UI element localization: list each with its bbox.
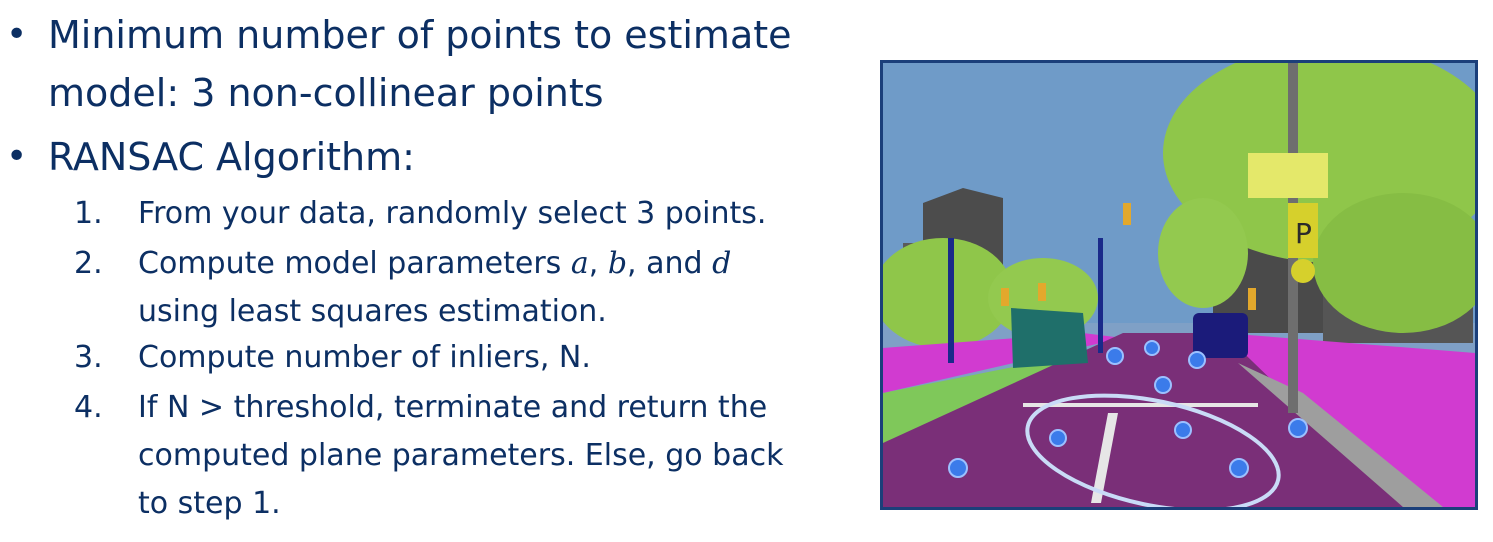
sample-point — [1106, 347, 1124, 365]
math-var-d: d — [712, 246, 732, 281]
sample-point — [1154, 376, 1172, 394]
step-line: using least squares estimation. — [138, 294, 607, 329]
step-number: 2. — [74, 246, 103, 281]
sample-point — [1174, 421, 1192, 439]
sample-point — [1144, 340, 1160, 356]
pole-left — [948, 238, 954, 363]
bullet-minimum-points: • Minimum number of points to estimate m… — [6, 6, 792, 122]
step-text-fragment: , and — [627, 246, 713, 281]
step-line: If N > threshold, terminate and return t… — [138, 390, 768, 425]
step-1: 1. From your data, randomly select 3 poi… — [74, 190, 766, 238]
car — [1193, 313, 1248, 358]
segmentation-figure: P — [880, 60, 1478, 510]
step-number: 4. — [74, 390, 103, 425]
tree-right-mid — [1158, 198, 1248, 308]
sample-point — [1229, 458, 1249, 478]
bullet-marker: • — [6, 136, 28, 177]
step-line: to step 1. — [138, 486, 281, 521]
math-var-a: a — [570, 246, 589, 281]
step-3: 3. Compute number of inliers, N. — [74, 334, 591, 382]
sample-point — [948, 458, 968, 478]
bullet-marker: • — [6, 14, 28, 55]
step-2: 2. Compute model parameters a, b, and d … — [74, 240, 731, 336]
bullet-ransac: • RANSAC Algorithm: — [6, 128, 415, 186]
traffic-light — [1123, 203, 1131, 225]
step-number: 3. — [74, 340, 103, 375]
pole-center — [1098, 238, 1103, 353]
traffic-light — [1038, 283, 1046, 301]
street-scene: P — [883, 63, 1475, 507]
round-sign — [1291, 259, 1315, 283]
bullet-line: Minimum number of points to estimate — [48, 13, 792, 57]
bullet-line: model: 3 non-collinear points — [48, 71, 604, 115]
banner-sign — [1248, 153, 1328, 198]
step-text-fragment: , — [588, 246, 608, 281]
step-4: 4. If N > threshold, terminate and retur… — [74, 384, 783, 528]
step-number: 1. — [74, 196, 103, 231]
step-line: Compute number of inliers, N. — [138, 340, 591, 375]
traffic-light — [1248, 288, 1256, 310]
crosswalk-line — [1023, 403, 1258, 407]
sample-point — [1288, 418, 1308, 438]
traffic-light — [1001, 288, 1009, 306]
bullet-line: RANSAC Algorithm: — [48, 135, 415, 179]
math-var-b: b — [607, 246, 628, 281]
parking-sign-letter: P — [1295, 217, 1312, 250]
sample-point — [1188, 351, 1206, 369]
step-line: computed plane parameters. Else, go back — [138, 438, 784, 473]
step-line: Compute model parameters a, b, and d — [138, 240, 731, 288]
tram — [1011, 308, 1088, 368]
step-text-fragment: Compute model parameters — [138, 246, 571, 281]
sample-point — [1049, 429, 1067, 447]
step-line: From your data, randomly select 3 points… — [138, 196, 767, 231]
